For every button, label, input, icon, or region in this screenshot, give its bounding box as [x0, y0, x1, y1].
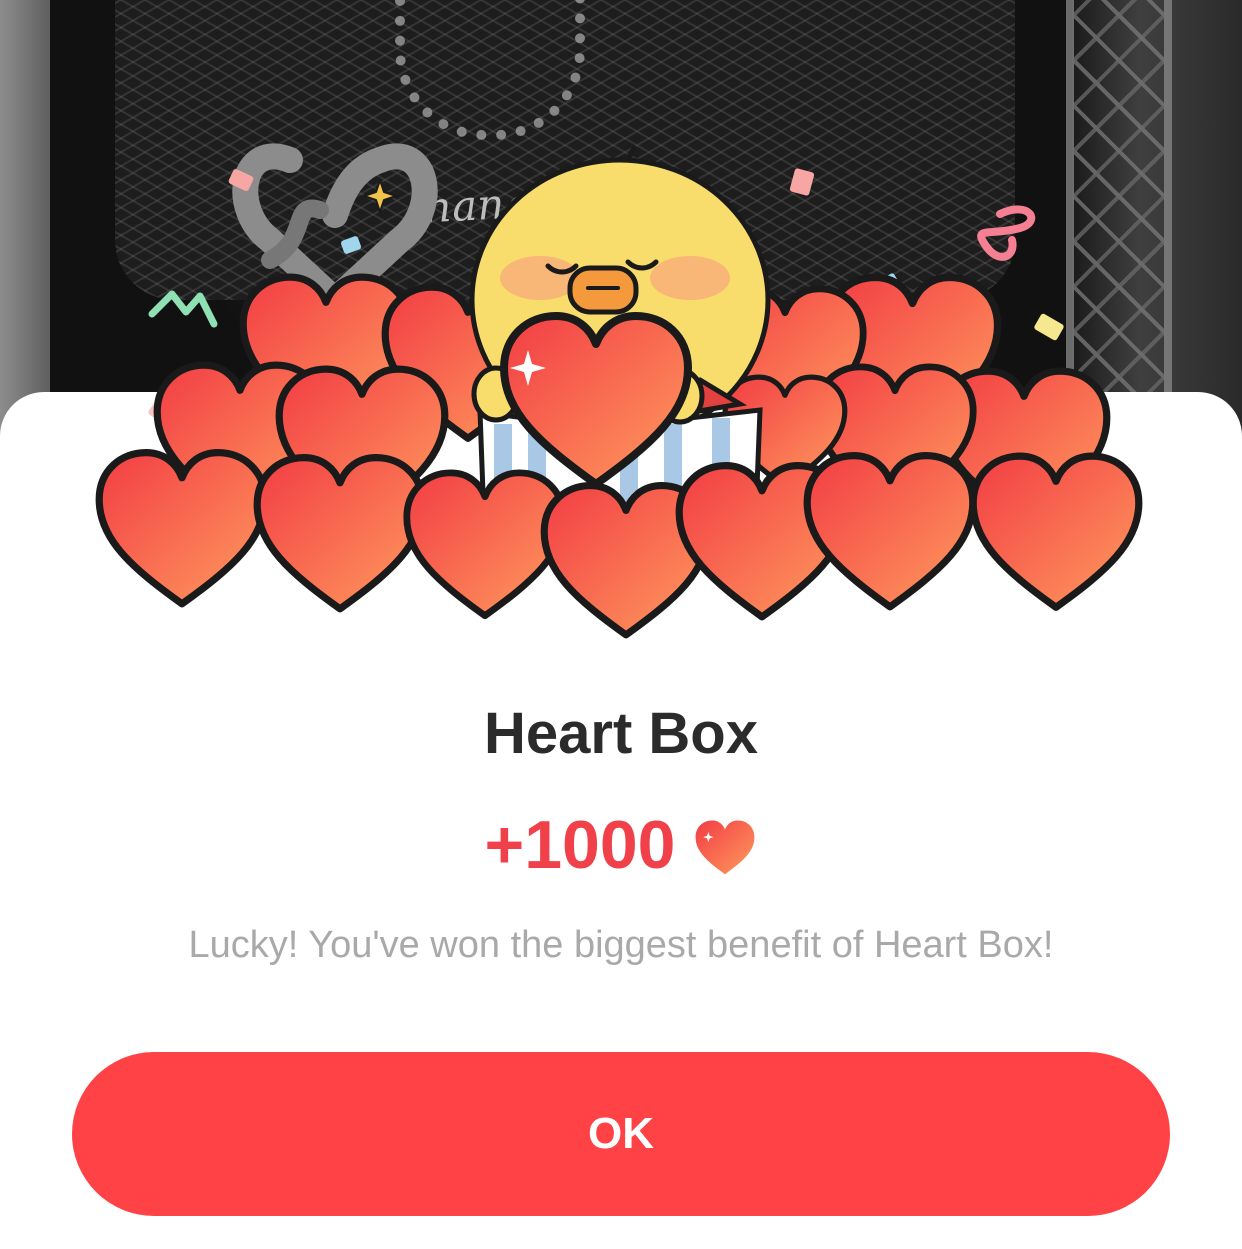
heart-box-illustration — [0, 145, 1242, 700]
ok-button[interactable]: OK — [72, 1052, 1170, 1216]
reward-amount: +1000 — [484, 807, 676, 883]
heart-icon — [807, 456, 973, 607]
heart-icon — [973, 456, 1139, 607]
heart-icon — [257, 458, 423, 609]
dialog-title: Heart Box — [484, 701, 758, 766]
heart-icon — [696, 820, 755, 875]
heart-icon — [99, 453, 265, 604]
reward-row: +1000 — [0, 806, 1242, 884]
heart-icon — [407, 473, 563, 616]
dialog-message: Lucky! You've won the biggest benefit of… — [188, 924, 1054, 966]
